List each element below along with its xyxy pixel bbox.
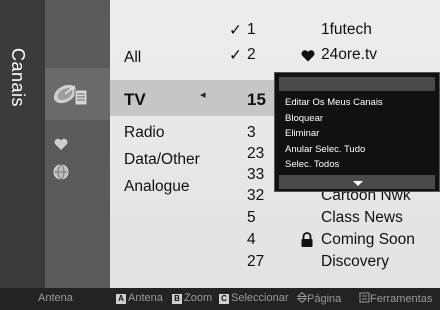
heart-icon (301, 50, 315, 62)
tools-icon (359, 292, 370, 303)
menu-item-lock[interactable]: Bloquear (285, 111, 383, 127)
channel-number[interactable]: 2 (247, 46, 256, 64)
channel-number[interactable]: 33 (247, 166, 264, 184)
b-key-icon: B (172, 294, 182, 304)
up-down-arrows-icon (296, 291, 308, 304)
category-radio[interactable]: Radio (124, 124, 165, 142)
a-key-icon: A (116, 294, 126, 304)
category-all[interactable]: All (124, 49, 141, 67)
tools-popup-menu: Editar Os Meus Canais Bloquear Eliminar … (274, 72, 440, 192)
channel-number-selected[interactable]: 15 (247, 90, 266, 110)
side-tab-title: Canais (8, 48, 28, 108)
channel-number[interactable]: 5 (247, 209, 256, 227)
globe-icon (53, 164, 69, 180)
channel-name[interactable]: Coming Soon (321, 231, 415, 249)
favourite-heart-icon (54, 138, 68, 150)
channel-name[interactable]: Class News (321, 209, 403, 227)
menu-item-select-all[interactable]: Selec. Todos (285, 157, 383, 173)
popup-scroll-up-bar[interactable] (279, 77, 435, 91)
channel-number[interactable]: 3 (247, 124, 256, 142)
menu-item-delete[interactable]: Eliminar (285, 126, 383, 142)
satellite-dish-icon (53, 84, 88, 106)
channel-name[interactable]: 24ore.tv (321, 46, 377, 64)
channel-number[interactable]: 23 (247, 145, 264, 163)
left-arrow-icon[interactable]: ◂ (200, 88, 206, 101)
channel-name[interactable]: 1futech (321, 21, 372, 39)
checkmark-icon: ✓ (229, 22, 242, 39)
channel-number[interactable]: 4 (247, 231, 256, 249)
channel-number[interactable]: 32 (247, 187, 264, 205)
footer-tools-button[interactable]: Ferramentas (359, 292, 432, 305)
footer-guide-bar: Antena A Antena B Zoom C Seleccionar Página… (0, 288, 440, 310)
footer-b-button[interactable]: B Zoom (172, 292, 212, 304)
channel-number[interactable]: 1 (247, 21, 256, 39)
channel-name[interactable]: Discovery (321, 253, 389, 271)
menu-item-edit-my-channels[interactable]: Editar Os Meus Canais (285, 95, 383, 111)
channel-number[interactable]: 27 (247, 253, 264, 271)
category-icon-column (45, 0, 110, 288)
c-key-icon: C (219, 294, 229, 304)
scroll-down-arrow-icon[interactable] (353, 181, 363, 186)
category-tv[interactable]: TV (124, 90, 146, 110)
popup-menu-items: Editar Os Meus Canais Bloquear Eliminar … (285, 95, 383, 173)
footer-a-button[interactable]: A Antena (116, 292, 163, 304)
footer-page-button[interactable]: Página (296, 291, 341, 305)
category-analogue[interactable]: Analogue (124, 178, 190, 196)
footer-antenna-label: Antena (38, 292, 73, 304)
menu-item-deselect-all[interactable]: Anular Selec. Tudo (285, 142, 383, 158)
channel-side-tab: Canais (0, 0, 45, 288)
checkmark-icon: ✓ (229, 47, 242, 64)
category-data-other[interactable]: Data/Other (124, 151, 200, 169)
footer-c-button[interactable]: C Seleccionar (219, 292, 288, 304)
lock-icon (301, 232, 313, 247)
